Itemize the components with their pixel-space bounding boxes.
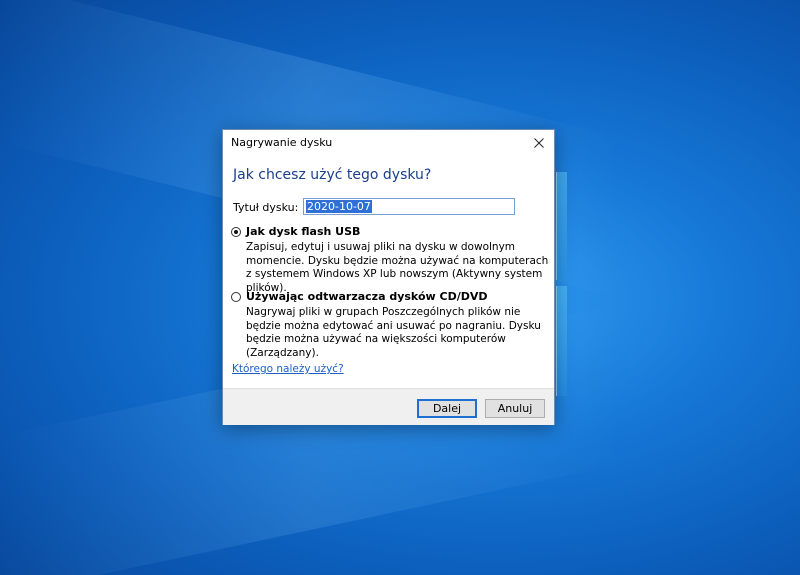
- option-usb-flash-description: Zapisuj, edytuj i usuwaj pliki na dysku …: [246, 241, 549, 294]
- disc-title-row: Tytuł dysku: 2020-10-07: [233, 198, 533, 218]
- wallpaper-window-pane: [556, 172, 567, 280]
- desktop-background: Nagrywanie dysku Jak chcesz użyć tego dy…: [0, 0, 800, 575]
- disc-title-input[interactable]: 2020-10-07: [303, 198, 515, 215]
- dialog-heading: Jak chcesz użyć tego dysku?: [233, 167, 432, 183]
- dialog-title: Nagrywanie dysku: [231, 136, 333, 149]
- option-cd-dvd-player-description: Nagrywaj pliki w grupach Poszczególnych …: [246, 306, 541, 359]
- option-usb-flash-label[interactable]: Jak dysk flash USB: [246, 225, 360, 238]
- disc-title-value: 2020-10-07: [306, 200, 372, 213]
- next-button[interactable]: Dalej: [417, 399, 477, 418]
- cancel-button[interactable]: Anuluj: [485, 399, 545, 418]
- option-cd-dvd-player-label[interactable]: Używając odtwarzacza dysków CD/DVD: [246, 290, 488, 303]
- close-button[interactable]: [524, 130, 554, 156]
- which-to-use-link[interactable]: Którego należy użyć?: [232, 363, 344, 375]
- dialog-titlebar[interactable]: Nagrywanie dysku: [223, 130, 554, 156]
- wallpaper-window-pane: [556, 286, 567, 396]
- burn-disc-dialog: Nagrywanie dysku Jak chcesz użyć tego dy…: [222, 129, 555, 425]
- dialog-footer: Dalej Anuluj: [223, 388, 554, 425]
- radio-usb-flash[interactable]: [231, 227, 241, 237]
- close-icon: [534, 138, 544, 148]
- disc-title-label: Tytuł dysku:: [233, 201, 299, 214]
- radio-cd-dvd-player[interactable]: [231, 292, 241, 302]
